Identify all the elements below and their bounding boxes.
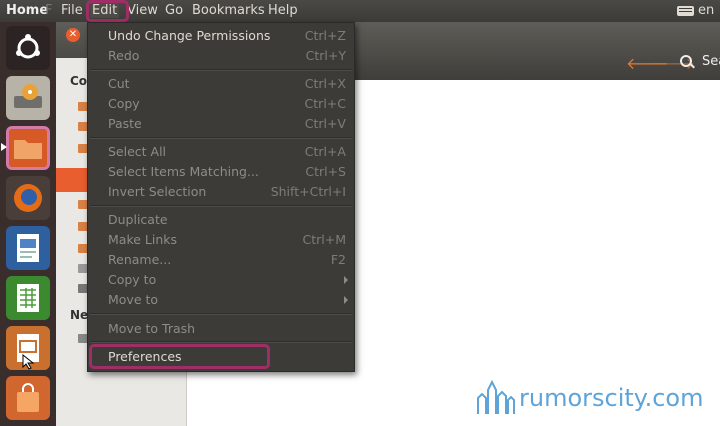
submenu-arrow-icon [344,296,348,304]
disk-icon [14,84,42,108]
mouse-pointer-icon [22,354,35,370]
menu-item-invert-selection[interactable]: Invert Selection Shift+Ctrl+I [88,182,354,202]
ubuntu-logo-icon [16,34,40,59]
menu-item-duplicate[interactable]: Duplicate [88,210,354,230]
menu-item-undo[interactable]: Undo Change Permissions Ctrl+Z [88,26,354,46]
menu-item-accel: Ctrl+Z [304,28,346,43]
sidebar-heading-network: Ne [70,308,89,322]
menu-item-accel: Ctrl+V [304,116,346,131]
menu-item-label: Copy [108,96,140,111]
search-label[interactable]: Sea [702,54,720,69]
menu-item-paste[interactable]: Paste Ctrl+V [88,114,354,134]
launcher-dash[interactable] [6,26,50,70]
menu-view[interactable]: View [127,3,158,18]
menu-item-rename[interactable]: Rename... F2 [88,250,354,270]
launcher-writer[interactable] [6,226,50,270]
app-title: Home [6,3,49,18]
menu-file[interactable]: File [61,3,83,18]
menu-separator [90,137,352,139]
menu-bookmarks[interactable]: Bookmarks [192,3,265,18]
spreadsheet-icon [17,284,39,312]
menu-separator [90,69,352,71]
menu-item-cut[interactable]: Cut Ctrl+X [88,74,354,94]
menu-item-select-matching[interactable]: Select Items Matching... Ctrl+S [88,162,354,182]
faded-title-fragment: F [45,3,53,18]
menu-item-label: Undo Change Permissions [108,28,271,43]
launcher-calc[interactable] [6,276,50,320]
edit-menu-highlight [86,0,129,22]
menu-item-accel: Ctrl+Y [305,48,346,63]
menu-help[interactable]: Help [268,3,298,18]
keyboard-icon[interactable] [677,6,694,16]
folder-icon [14,140,42,159]
menu-item-label: Copy to [108,272,157,287]
menu-item-redo[interactable]: Redo Ctrl+Y [88,46,354,66]
menu-item-copy-to[interactable]: Copy to [88,270,354,290]
menu-item-label: Select Items Matching... [108,164,259,179]
menu-separator [90,341,352,343]
launcher [0,22,57,426]
menu-item-accel: Ctrl+M [302,232,347,247]
sidebar-item-selected[interactable] [56,168,87,192]
preferences-highlight [89,344,270,369]
menu-item-accel: Ctrl+X [304,76,346,91]
menu-item-label: Redo [108,48,140,63]
firefox-icon [14,184,42,212]
menu-item-move-to[interactable]: Move to [88,290,354,310]
search-icon[interactable] [680,55,692,67]
sidebar-heading-computer: Co [70,74,88,88]
menu-item-accel: F2 [330,252,346,267]
launcher-files[interactable] [6,126,50,170]
menu-item-label: Rename... [108,252,172,267]
menu-item-select-all[interactable]: Select All Ctrl+A [88,142,354,162]
launcher-firefox[interactable] [6,176,50,220]
writer-document-icon [17,234,39,262]
active-indicator-icon [1,143,7,151]
language-indicator[interactable]: en [698,3,714,18]
menu-item-label: Invert Selection [108,184,207,199]
menu-item-accel: Ctrl+S [305,164,346,179]
menu-item-label: Move to [108,292,159,307]
menu-separator [90,313,352,315]
watermark-logo-icon [477,380,515,414]
menu-item-accel: Ctrl+C [304,96,346,111]
menu-go[interactable]: Go [165,3,183,18]
menu-item-copy[interactable]: Copy Ctrl+C [88,94,354,114]
menu-separator [90,205,352,207]
menu-item-label: Cut [108,76,130,91]
menu-item-label: Paste [108,116,142,131]
menu-item-label: Duplicate [108,212,168,227]
menu-item-make-links[interactable]: Make Links Ctrl+M [88,230,354,250]
menu-item-label: Select All [108,144,167,159]
launcher-software-center[interactable] [6,376,50,420]
shopping-bag-icon [17,383,39,412]
submenu-arrow-icon [344,276,348,284]
menu-item-accel: Shift+Ctrl+I [270,184,346,199]
close-icon[interactable]: ✕ [66,28,80,42]
menu-item-label: Make Links [108,232,178,247]
edit-menu: Undo Change Permissions Ctrl+Z Redo Ctrl… [87,22,355,372]
menu-item-accel: Ctrl+A [304,144,346,159]
watermark-text: rumorscity.com [519,384,704,412]
launcher-disk-manager[interactable] [6,76,50,120]
menu-item-label: Move to Trash [108,321,196,336]
menu-item-move-to-trash[interactable]: Move to Trash [88,319,354,339]
watermark: rumorscity.com [475,378,715,418]
